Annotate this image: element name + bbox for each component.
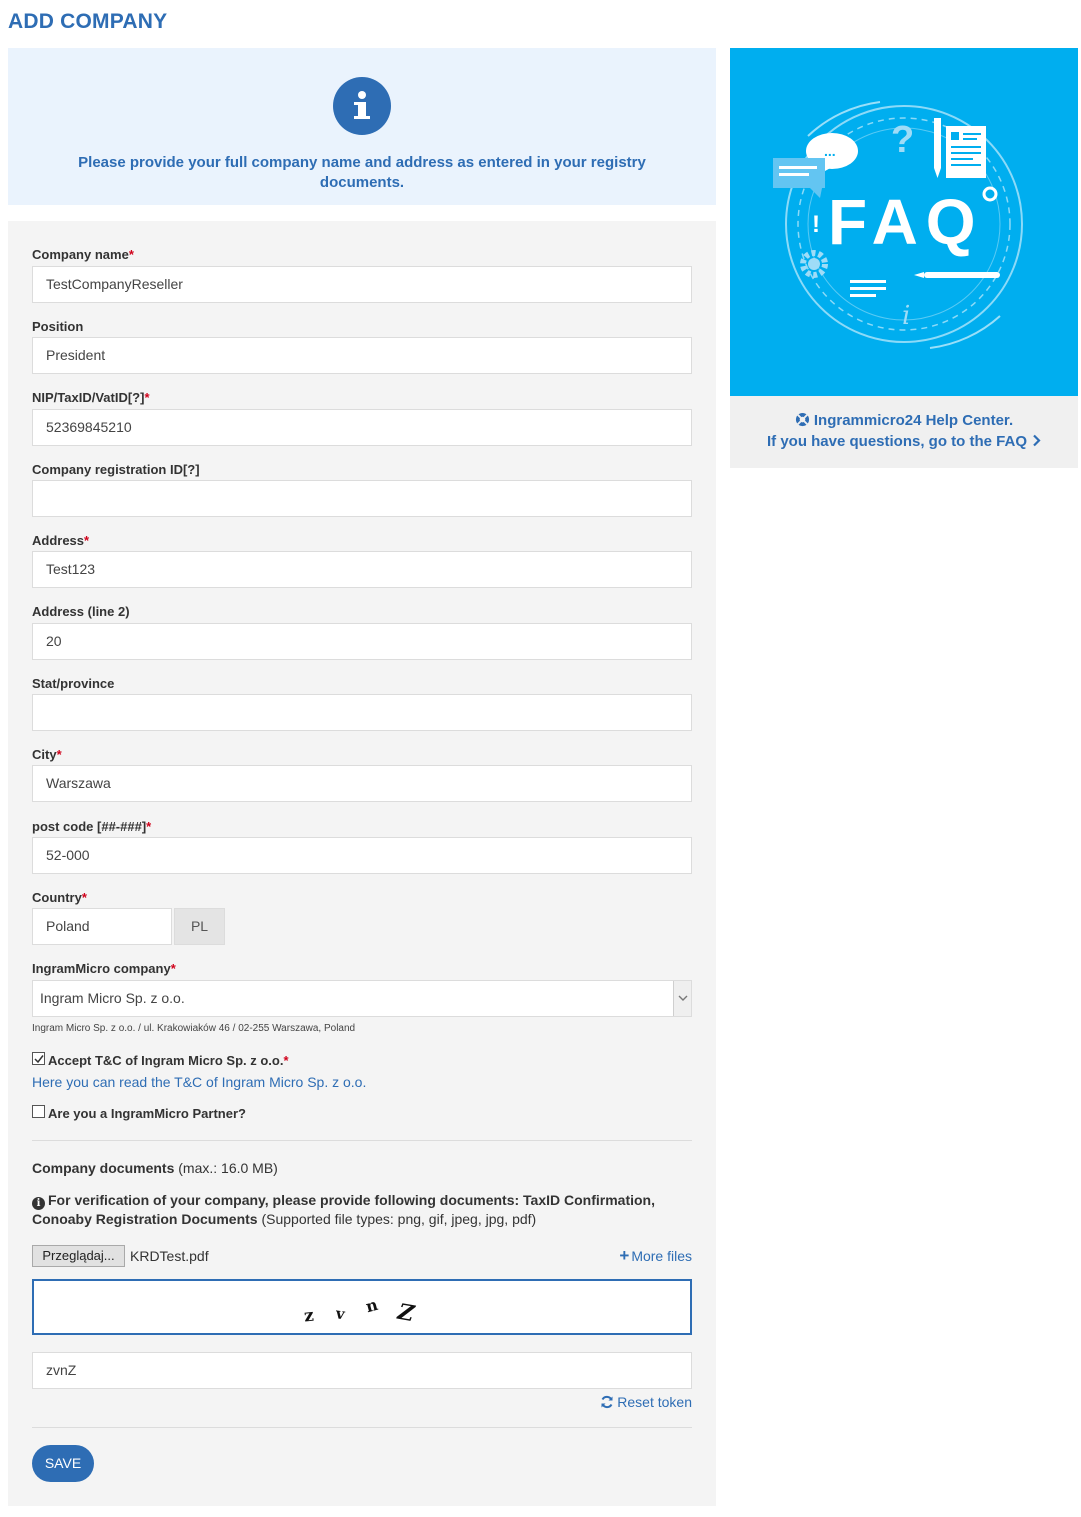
svg-text:?: ? (891, 119, 914, 161)
page-title: ADD COMPANY (8, 10, 168, 33)
accept-tc-checkbox[interactable] (32, 1052, 45, 1065)
position-input[interactable]: President (32, 337, 692, 374)
refresh-icon (601, 1395, 613, 1409)
divider (32, 1140, 692, 1141)
tc-link[interactable]: Here you can read the T&C of Ingram Micr… (32, 1074, 366, 1090)
info-message: Please provide your full company name an… (78, 154, 646, 191)
company-name-input[interactable]: TestCompanyReseller (32, 266, 692, 303)
more-files-link[interactable]: + More files (619, 1246, 692, 1266)
address-label: Address* (32, 533, 90, 548)
svg-text:i: i (902, 301, 910, 331)
chat-bubble-dots: ... (824, 143, 836, 159)
country-code: PL (174, 908, 225, 945)
captcha-input[interactable]: zvnZ (32, 1352, 692, 1389)
address2-input[interactable]: 20 (32, 623, 692, 660)
registration-id-label: Company registration ID[?] (32, 462, 200, 477)
captcha-char: Z (395, 1299, 417, 1328)
ingram-company-address: Ingram Micro Sp. z o.o. / ul. Krakowiakó… (32, 1023, 356, 1034)
save-button[interactable]: SAVE (32, 1445, 94, 1482)
accept-tc-label: Accept T&C of Ingram Micro Sp. z o.o.* (48, 1053, 289, 1068)
partner-checkbox[interactable] (32, 1105, 45, 1118)
chevron-right-icon (1033, 434, 1041, 447)
help-center-title[interactable]: Ingrammicro24 Help Center. (730, 412, 1078, 429)
tax-id-input[interactable]: 52369845210 (32, 409, 692, 446)
check-icon (34, 1055, 44, 1064)
ingram-company-label: IngramMicro company* (32, 961, 176, 976)
ingram-company-selected: Ingram Micro Sp. z o.o. (40, 990, 185, 1006)
state-input[interactable] (32, 694, 692, 731)
divider (32, 1427, 692, 1428)
documents-info: i For verification of your company, pleas… (32, 1192, 655, 1227)
post-code-label: post code [##-###]* (32, 819, 152, 834)
svg-text:!: ! (812, 211, 820, 238)
post-code-input[interactable]: 52-000 (32, 837, 692, 874)
info-banner: Please provide your full company name an… (8, 48, 716, 205)
help-center-box[interactable]: Ingrammicro24 Help Center. If you have q… (730, 396, 1078, 468)
state-label: Stat/province (32, 676, 115, 691)
captcha-image: z v n Z (32, 1279, 692, 1335)
registration-id-input[interactable] (32, 480, 692, 517)
reset-token-link[interactable]: Reset token (600, 1394, 692, 1410)
info-icon (333, 77, 391, 135)
company-name-label: Company name* (32, 247, 134, 262)
position-label: Position (32, 319, 84, 334)
address-input[interactable]: Test123 (32, 551, 692, 588)
captcha-char: z (303, 1306, 315, 1327)
plus-icon: + (619, 1246, 630, 1265)
captcha-char: n (364, 1295, 381, 1316)
captcha-char: v (334, 1304, 347, 1323)
browse-button[interactable]: Przeglądaj... (32, 1245, 125, 1267)
faq-link[interactable]: If you have questions, go to the FAQ (730, 433, 1078, 450)
faq-title: FAQ (828, 186, 984, 258)
country-label: Country* (32, 890, 87, 905)
country-input[interactable]: Poland (32, 908, 172, 945)
documents-title: Company documents (max.: 16.0 MB) (32, 1160, 278, 1176)
tax-id-label: NIP/TaxID/VatID[?]* (32, 390, 150, 405)
info-icon: i (32, 1197, 45, 1210)
faq-banner[interactable]: ... ? ! i FAQ (730, 48, 1078, 396)
city-label: City* (32, 747, 62, 762)
address2-label: Address (line 2) (32, 604, 130, 619)
company-form: Company name* TestCompanyReseller Positi… (8, 221, 716, 1506)
selected-file-name: KRDTest.pdf (130, 1248, 209, 1264)
select-arrow-icon[interactable] (673, 981, 691, 1016)
ingram-company-select[interactable]: Ingram Micro Sp. z o.o. (32, 980, 692, 1017)
city-input[interactable]: Warszawa (32, 765, 692, 802)
partner-label: Are you a IngramMicro Partner? (48, 1106, 246, 1121)
lifebuoy-icon (795, 412, 809, 427)
